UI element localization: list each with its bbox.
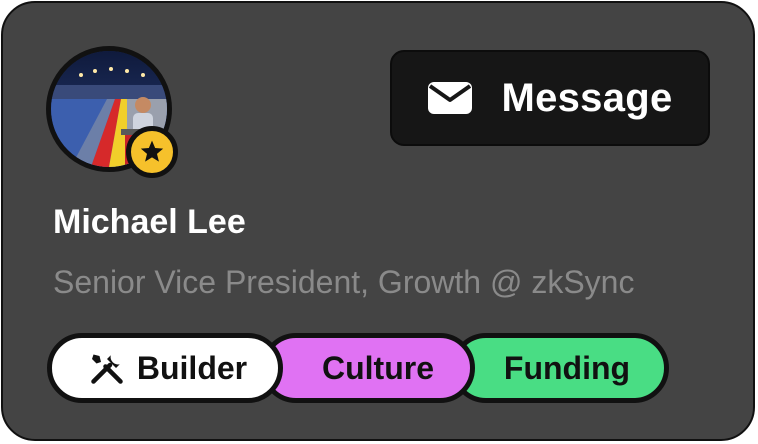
- tag-label: Culture: [322, 349, 434, 386]
- tools-icon: [91, 354, 123, 384]
- profile-name: Michael Lee: [53, 203, 246, 241]
- message-button[interactable]: Message: [390, 50, 710, 146]
- tag-funding[interactable]: Funding: [451, 333, 669, 403]
- tag-label: Funding: [503, 349, 631, 386]
- profile-card: Message Michael Lee Senior Vice Presiden…: [1, 1, 755, 441]
- avatar-group: [46, 46, 178, 178]
- star-badge: [126, 126, 178, 178]
- message-button-label: Message: [501, 75, 673, 120]
- envelope-icon: [428, 82, 473, 114]
- star-icon: [140, 140, 164, 162]
- profile-title: Senior Vice President, Growth @ zkSync: [53, 264, 635, 300]
- tag-label: Builder: [136, 349, 248, 386]
- tag-culture[interactable]: Culture: [261, 333, 475, 403]
- tag-builder[interactable]: Builder: [47, 333, 283, 403]
